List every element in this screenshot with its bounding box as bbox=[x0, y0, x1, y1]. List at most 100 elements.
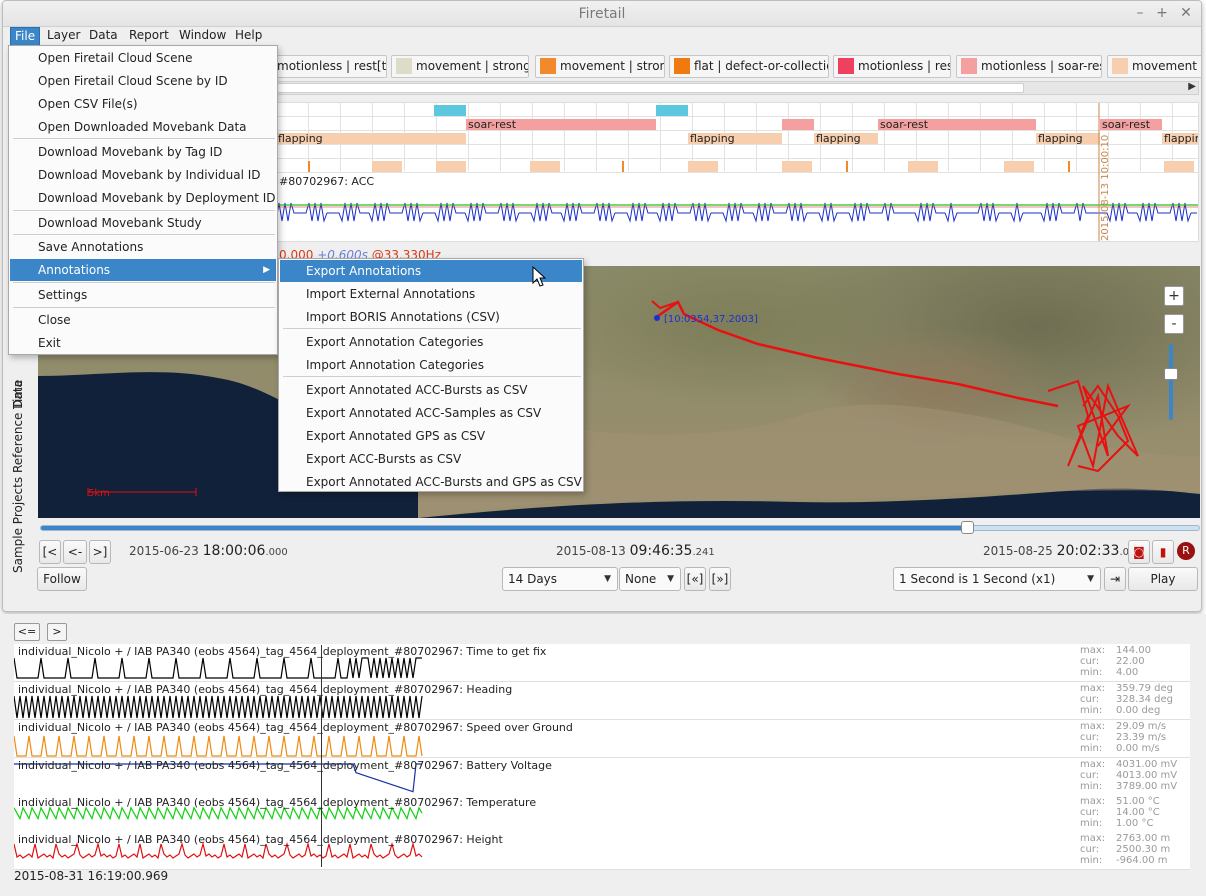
chip-swatch bbox=[1112, 58, 1128, 74]
stat-cur: cur: 22.00 bbox=[1080, 656, 1145, 667]
end-timestamp: 2015-08-25 20:02:33.000 bbox=[983, 543, 1142, 559]
scale-label: 5km bbox=[88, 488, 110, 499]
menu-item-exit[interactable]: Exit bbox=[10, 332, 276, 354]
menu-item-open-csv[interactable]: Open CSV File(s) bbox=[10, 93, 276, 115]
stat-cur: cur: 23.39 m/s bbox=[1080, 732, 1167, 743]
category-chip[interactable]: movement | f bbox=[1107, 55, 1201, 78]
speed-value: 1 Second is 1 Second (x1) bbox=[899, 572, 1056, 586]
step-back-icon[interactable]: [«] bbox=[684, 567, 706, 591]
zoom-in-button[interactable]: + bbox=[1164, 286, 1184, 306]
menu-item-import-boris[interactable]: Import BORIS Annotations (CSV) bbox=[280, 306, 582, 328]
maximize-icon[interactable]: + bbox=[1153, 5, 1171, 21]
menu-item-export-categories[interactable]: Export Annotation Categories bbox=[280, 331, 582, 353]
chip-label: motionless | rest[ts] bbox=[277, 59, 387, 73]
time-slider-knob[interactable] bbox=[961, 521, 974, 534]
menu-item-open-cloud-scene[interactable]: Open Firetail Cloud Scene bbox=[10, 47, 276, 69]
menu-item-export-annotated-gps[interactable]: Export Annotated GPS as CSV bbox=[280, 425, 582, 447]
stat-min: min: 0.00 m/s bbox=[1080, 743, 1160, 754]
menu-item-export-annotated-samples[interactable]: Export Annotated ACC-Samples as CSV bbox=[280, 402, 582, 424]
menu-report[interactable]: Report bbox=[125, 27, 173, 46]
filter-select[interactable]: None ▼ bbox=[619, 567, 681, 591]
camera-icon[interactable]: ◙ bbox=[1128, 540, 1150, 564]
category-chip[interactable]: movement | strong bbox=[535, 55, 665, 78]
title-bar: Firetail – + ✕ bbox=[3, 1, 1201, 27]
zoom-slider-knob[interactable] bbox=[1164, 368, 1178, 380]
menu-file[interactable]: File bbox=[10, 27, 41, 46]
tab-sample-projects[interactable]: Sample Projects bbox=[7, 477, 29, 587]
filter-value: None bbox=[625, 572, 657, 586]
menu-help[interactable]: Help bbox=[231, 27, 266, 46]
menu-item-save-annotations[interactable]: Save Annotations bbox=[10, 236, 276, 258]
category-chip[interactable]: flat | defect-or-collection bbox=[669, 55, 829, 78]
sensor-row[interactable]: individual_Nicolo + / IAB PA340 (eobs 45… bbox=[14, 682, 1190, 720]
menu-layer[interactable]: Layer bbox=[43, 27, 84, 46]
menu-item-export-bursts-and-gps[interactable]: Export Annotated ACC-Bursts and GPS as C… bbox=[280, 471, 582, 493]
export-icon[interactable]: ⇥ bbox=[1104, 567, 1126, 591]
menu-window[interactable]: Window bbox=[175, 27, 230, 46]
menu-item-open-cloud-scene-by-id[interactable]: Open Firetail Cloud Scene by ID bbox=[10, 70, 276, 92]
menu-item-annotations[interactable]: Annotations ▶ bbox=[10, 259, 276, 281]
menu-item-import-categories[interactable]: Import Annotation Categories bbox=[280, 354, 582, 376]
play-button[interactable]: Play bbox=[1128, 567, 1198, 591]
category-chip[interactable]: movement | strong-2 bbox=[391, 55, 529, 78]
back-button[interactable]: <= bbox=[14, 623, 40, 641]
zoom-slider[interactable] bbox=[1169, 344, 1173, 420]
category-chip[interactable]: motionless | rest bbox=[833, 55, 951, 78]
menu-item-download-by-tag[interactable]: Download Movebank by Tag ID bbox=[10, 141, 276, 163]
jump-start-button[interactable]: [< bbox=[39, 540, 61, 564]
sensor-stats: max: 29.09 m/s cur: 23.39 m/s min: 0.00 m/s bbox=[1080, 721, 1166, 754]
playback-speed-select[interactable]: 1 Second is 1 Second (x1) ▼ bbox=[893, 567, 1101, 591]
chevron-down-icon: ▼ bbox=[604, 574, 611, 584]
menu-item-download-study[interactable]: Download Movebank Study bbox=[10, 212, 276, 234]
center-button[interactable]: <-> bbox=[63, 540, 87, 581]
sensor-row[interactable]: individual_Nicolo + / IAB PA340 (eobs 45… bbox=[14, 795, 1190, 833]
time-slider[interactable] bbox=[40, 521, 1200, 534]
menu-item-download-by-deployment[interactable]: Download Movebank by Deployment ID bbox=[10, 187, 276, 209]
menu-data[interactable]: Data bbox=[85, 27, 122, 46]
chip-swatch bbox=[540, 58, 556, 74]
sensor-row[interactable]: individual_Nicolo + / IAB PA340 (eobs 45… bbox=[14, 832, 1190, 870]
forward-button[interactable]: > bbox=[47, 623, 67, 641]
record-button[interactable]: R bbox=[1177, 542, 1195, 560]
current-position-marker[interactable] bbox=[654, 315, 660, 321]
stat-min: min: 3789.00 mV bbox=[1080, 781, 1178, 792]
annotations-submenu: Export Annotations Import External Annot… bbox=[278, 258, 584, 492]
zoom-out-button[interactable]: - bbox=[1164, 314, 1184, 334]
menu-item-download-by-individual[interactable]: Download Movebank by Individual ID bbox=[10, 164, 276, 186]
sensor-row[interactable]: individual_Nicolo + / IAB PA340 (eobs 45… bbox=[14, 758, 1190, 796]
menu-separator bbox=[13, 210, 275, 211]
scroll-right-icon[interactable]: ▶ bbox=[1188, 81, 1196, 92]
bookmark-icon[interactable]: ▮ bbox=[1152, 540, 1174, 564]
chip-swatch bbox=[838, 58, 854, 74]
sensor-row[interactable]: individual_Nicolo + / IAB PA340 (eobs 45… bbox=[14, 720, 1190, 758]
start-timestamp: 2015-06-23 18:00:06.000 bbox=[129, 543, 288, 559]
category-chip[interactable]: motionless | rest[ts] bbox=[273, 55, 387, 78]
category-chip[interactable]: motionless | soar-rest bbox=[956, 55, 1102, 78]
follow-button[interactable]: Follow bbox=[37, 567, 87, 591]
sensor-label: individual_Nicolo + / IAB PA340 (eobs 45… bbox=[18, 759, 552, 772]
footer-timestamp: 2015-08-31 16:19:00.969 bbox=[14, 869, 169, 883]
scrollbar-thumb[interactable] bbox=[276, 83, 1024, 93]
chip-swatch bbox=[674, 58, 690, 74]
menu-item-settings[interactable]: Settings bbox=[10, 284, 276, 306]
jump-end-button[interactable]: >] bbox=[89, 540, 111, 564]
sensor-row[interactable]: individual_Nicolo + / IAB PA340 (eobs 45… bbox=[14, 644, 1190, 682]
menu-item-label: Annotations bbox=[38, 263, 111, 277]
stat-min: min: -964.00 m bbox=[1080, 855, 1168, 866]
minimize-icon[interactable]: – bbox=[1131, 5, 1149, 21]
annotation-timeline[interactable]: soar-rest soar-rest soar-rest flapping f… bbox=[275, 102, 1199, 242]
stat-max: max: 144.00 bbox=[1080, 645, 1151, 656]
menu-item-export-bursts[interactable]: Export ACC-Bursts as CSV bbox=[280, 448, 582, 470]
menu-separator bbox=[13, 138, 275, 139]
stat-max: max: 4031.00 mV bbox=[1080, 759, 1178, 770]
menu-item-close[interactable]: Close bbox=[10, 309, 276, 331]
menu-separator bbox=[283, 328, 581, 329]
close-icon[interactable]: ✕ bbox=[1177, 5, 1195, 21]
step-forward-icon[interactable]: [»] bbox=[709, 567, 731, 591]
chips-scrollbar[interactable]: ▶ bbox=[275, 81, 1199, 95]
menu-item-export-annotated-bursts[interactable]: Export Annotated ACC-Bursts as CSV bbox=[280, 379, 582, 401]
menu-item-open-movebank-data[interactable]: Open Downloaded Movebank Data bbox=[10, 116, 276, 138]
window-size-select[interactable]: 14 Days ▼ bbox=[502, 567, 618, 591]
time-slider-fill bbox=[41, 526, 967, 530]
chip-label: movement | f bbox=[1132, 59, 1201, 73]
